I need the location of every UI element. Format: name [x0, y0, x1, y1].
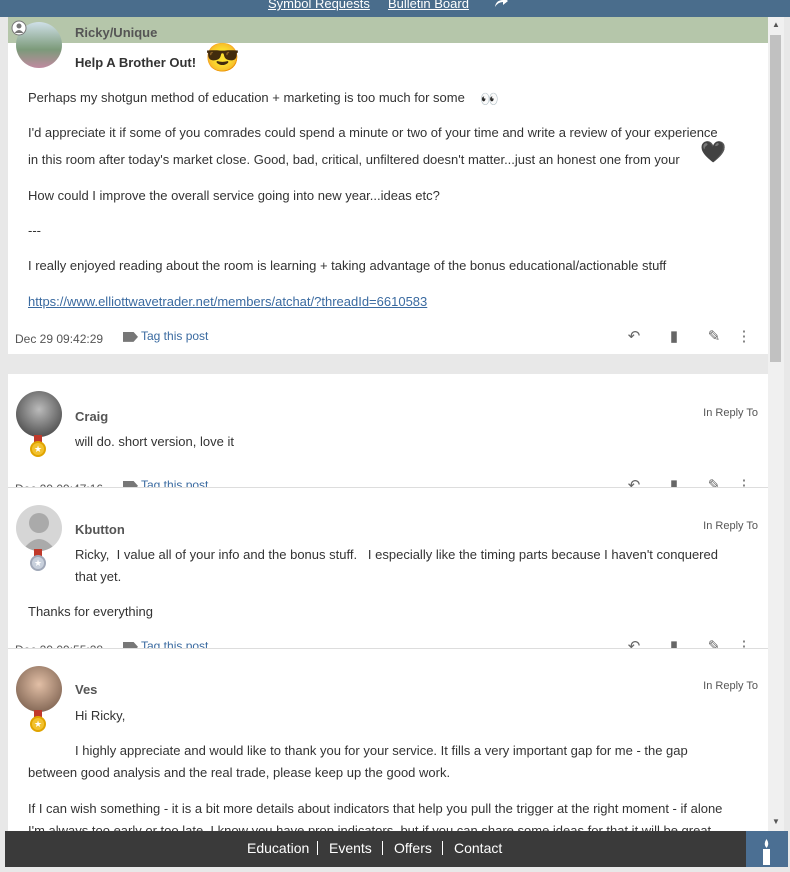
tag-icon	[123, 331, 138, 342]
candle-icon[interactable]	[746, 831, 788, 867]
footer-education-link[interactable]: Education	[247, 840, 309, 856]
divider	[8, 354, 768, 374]
post-text: I really enjoyed reading about the room …	[28, 258, 667, 273]
footer-separator	[442, 841, 443, 855]
scrollbar[interactable]: ▲ ▼	[768, 17, 784, 831]
post-kbutton: ★ Kbutton In Reply To Ricky, I value all…	[8, 488, 768, 657]
post-author[interactable]: Kbutton	[75, 522, 125, 537]
top-nav-bar: Symbol Requests Bulletin Board	[0, 0, 790, 17]
post-text: Ricky, I value all of your info and the …	[75, 547, 718, 562]
post-text: I'm always too early or too late. I know…	[28, 823, 715, 831]
bookmark-icon[interactable]: ▮	[654, 327, 694, 345]
post-author[interactable]: Ves	[75, 682, 97, 697]
gold-medal-icon: ★	[30, 441, 46, 457]
post-text: I highly appreciate and would like to th…	[75, 743, 688, 758]
gold-medal-icon: ★	[30, 716, 46, 732]
silver-medal-icon: ★	[30, 555, 46, 571]
share-arrow-icon[interactable]	[493, 0, 509, 8]
reply-icon[interactable]: ↶	[614, 327, 654, 345]
footer-offers-link[interactable]: Offers	[394, 840, 432, 856]
post-text: Hi Ricky,	[75, 708, 126, 723]
heart-emoji-icon: 🖤	[700, 141, 727, 164]
avatar[interactable]	[16, 391, 62, 437]
post-title: Help A Brother Out!	[75, 55, 197, 70]
post-text: Thanks for everything	[28, 604, 154, 619]
symbol-requests-link[interactable]: Symbol Requests	[268, 0, 370, 11]
post-text: will do. short version, love it	[75, 434, 234, 449]
footer-contact-link[interactable]: Contact	[454, 840, 502, 856]
post-text: that yet.	[75, 569, 122, 584]
footer-nav: Education Events Offers Contact	[5, 831, 788, 867]
post-actions: ↶ ▮ ✎ ⋮	[614, 327, 754, 345]
footer-separator	[382, 841, 383, 855]
chat-feed[interactable]: Ricky/Unique Help A Brother Out! 😎 Perha…	[8, 17, 768, 831]
post-text: Perhaps my shotgun method of education +…	[28, 90, 465, 105]
scrollbar-thumb[interactable]	[770, 35, 781, 362]
post-text: If I can wish something - it is a bit mo…	[28, 801, 723, 816]
post-author[interactable]: Ricky/Unique	[75, 25, 157, 40]
post-text: in this room after today's market close.…	[28, 152, 680, 167]
post-craig: ★ Craig In Reply To will do. short versi…	[8, 374, 768, 496]
sunglasses-emoji-icon: 😎	[205, 42, 240, 73]
scroll-down-icon[interactable]: ▼	[772, 817, 780, 826]
pencil-icon[interactable]: ✎	[694, 327, 734, 345]
eyes-emoji-icon: 👀	[480, 91, 499, 108]
post-timestamp: Dec 29 09:42:29	[15, 332, 104, 346]
bulletin-board-link[interactable]: Bulletin Board	[388, 0, 469, 11]
footer-separator	[317, 841, 318, 855]
thread-link[interactable]: https://www.elliottwavetrader.net/member…	[28, 291, 427, 313]
footer-events-link[interactable]: Events	[329, 840, 372, 856]
post-text: ---	[28, 223, 41, 238]
scroll-up-icon[interactable]: ▲	[772, 20, 780, 29]
post-text: I'd appreciate it if some of you comrade…	[28, 125, 718, 140]
in-reply-to-link[interactable]: In Reply To	[703, 680, 758, 692]
default-avatar-icon	[22, 513, 56, 551]
tag-post-button[interactable]: Tag this post	[123, 329, 208, 343]
post-text: between good analysis and the real trade…	[28, 765, 451, 780]
avatar[interactable]	[16, 505, 62, 551]
in-reply-to-link[interactable]: In Reply To	[703, 520, 758, 532]
avatar[interactable]	[16, 666, 62, 712]
user-icon	[11, 20, 27, 36]
post-text: How could I improve the overall service …	[28, 188, 440, 203]
post-author[interactable]: Craig	[75, 409, 108, 424]
post-ves: ★ Ves In Reply To Hi Ricky, I highly app…	[8, 649, 768, 831]
in-reply-to-link[interactable]: In Reply To	[703, 407, 758, 419]
tag-label: Tag this post	[141, 329, 209, 343]
post-ricky: Ricky/Unique Help A Brother Out! 😎 Perha…	[8, 17, 768, 354]
more-vertical-icon[interactable]: ⋮	[734, 327, 754, 345]
